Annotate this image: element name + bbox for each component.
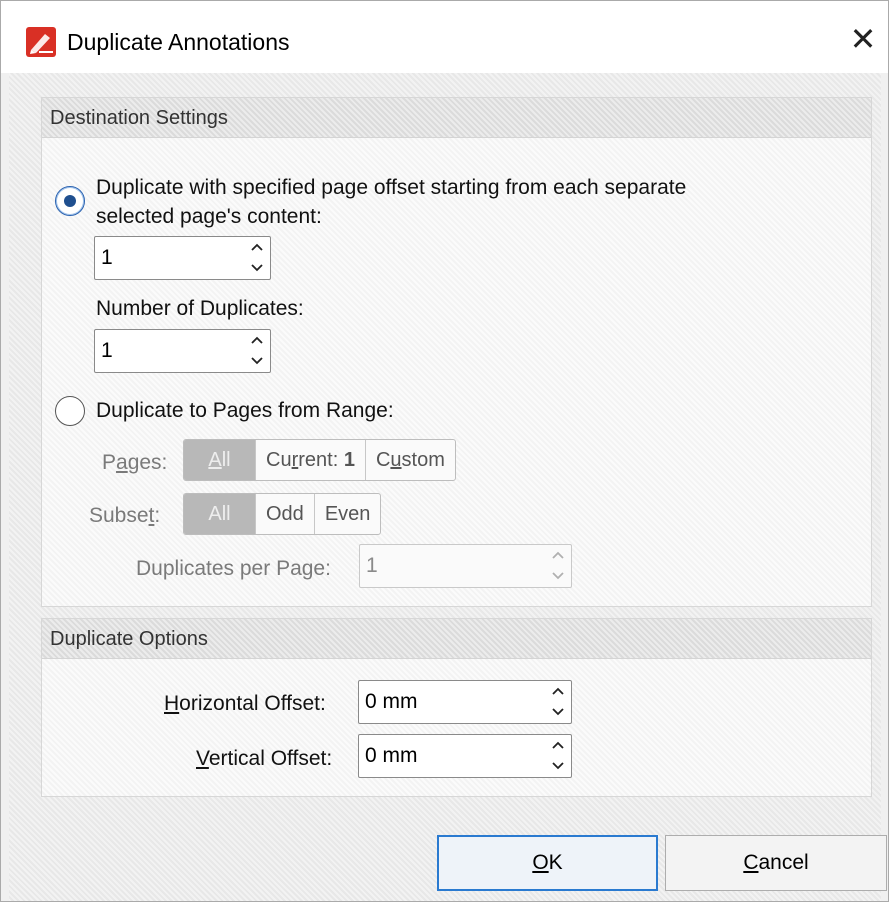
horizontal-offset-value: 0 mm	[365, 690, 418, 713]
pages-range-label: Duplicate to Pages from Range:	[96, 399, 394, 422]
pages-current-segment[interactable]: Current: 1	[255, 440, 365, 480]
pages-all-segment[interactable]: All	[184, 440, 255, 480]
spin-arrows-icon[interactable]	[250, 240, 264, 276]
duplicate-options-header: Duplicate Options	[42, 619, 871, 659]
duplicates-per-page-stepper[interactable]: 1	[359, 544, 572, 588]
vertical-offset-label: Vertical Offset:	[196, 747, 333, 770]
radio-pages-range[interactable]	[55, 396, 85, 426]
dialog-title: Duplicate Annotations	[67, 29, 290, 55]
duplicates-per-page-value: 1	[366, 554, 378, 577]
close-icon[interactable]: ✕	[843, 19, 883, 59]
page-offset-value: 1	[101, 246, 113, 269]
subset-odd-segment[interactable]: Odd	[255, 494, 314, 534]
vertical-offset-stepper[interactable]: 0 mm	[358, 734, 572, 778]
horizontal-offset-label: Horizontal Offset:	[164, 692, 326, 715]
destination-settings-header: Destination Settings	[42, 98, 871, 138]
vertical-offset-value: 0 mm	[365, 744, 418, 767]
subset-even-segment[interactable]: Even	[313, 494, 381, 534]
number-of-duplicates-label: Number of Duplicates:	[96, 297, 304, 320]
spin-arrows-icon[interactable]	[250, 333, 264, 369]
page-offset-label-line2: selected page's content:	[96, 205, 322, 228]
app-logo-icon	[26, 27, 56, 57]
dialog-window: Duplicate Annotations ✕ Destination Sett…	[0, 0, 889, 902]
title-bar: Duplicate Annotations ✕	[1, 1, 888, 73]
spin-arrows-icon[interactable]	[551, 684, 565, 720]
spin-arrows-icon[interactable]	[551, 548, 565, 584]
destination-settings-group: Destination Settings Duplicate with spec…	[41, 97, 872, 607]
number-of-duplicates-value: 1	[101, 339, 113, 362]
subset-segmented-control: All Odd Even	[183, 493, 382, 535]
radio-page-offset[interactable]	[55, 186, 85, 216]
ok-button[interactable]: OK	[437, 835, 658, 891]
pages-custom-segment[interactable]: Custom	[364, 440, 455, 480]
page-offset-stepper[interactable]: 1	[94, 236, 271, 280]
subset-label: Subset:	[89, 504, 161, 527]
subset-all-segment[interactable]: All	[184, 494, 255, 534]
pages-segmented-control: All Current: 1 Custom	[183, 439, 456, 481]
horizontal-offset-stepper[interactable]: 0 mm	[358, 680, 572, 724]
duplicates-per-page-label: Duplicates per Page:	[136, 557, 331, 580]
cancel-button[interactable]: Cancel	[665, 835, 887, 891]
page-offset-label-line1: Duplicate with specified page offset sta…	[96, 176, 687, 199]
number-of-duplicates-stepper[interactable]: 1	[94, 329, 271, 373]
duplicate-options-group: Duplicate Options Horizontal Offset: 0 m…	[41, 618, 872, 797]
dialog-body: Destination Settings Duplicate with spec…	[9, 73, 887, 901]
pages-label: Pages:	[102, 451, 168, 474]
spin-arrows-icon[interactable]	[551, 738, 565, 774]
